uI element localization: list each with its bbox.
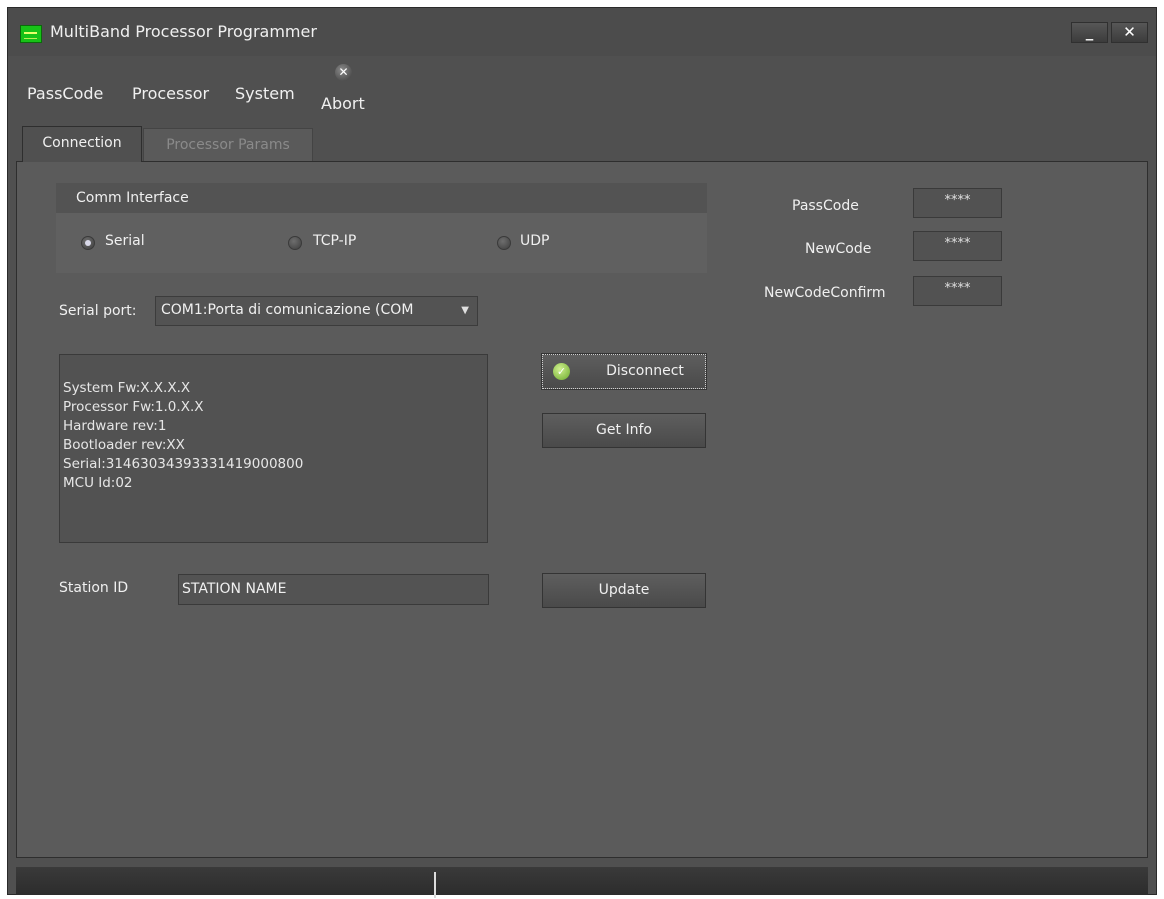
radio-tcp-ip[interactable]: [288, 236, 302, 250]
check-icon: ✓: [553, 363, 570, 380]
serial-port-value: COM1:Porta di comunicazione (COM: [161, 302, 414, 318]
window-title: MultiBand Processor Programmer: [50, 22, 317, 41]
info-line: System Fw:X.X.X.X: [63, 380, 191, 396]
radio-serial-label[interactable]: Serial: [105, 233, 145, 249]
comm-interface-header: Comm Interface: [56, 183, 707, 213]
main-window: MultiBand Processor Programmer _ ✕ PassC…: [7, 7, 1157, 898]
minimize-button[interactable]: _: [1071, 22, 1108, 43]
passcode-label: PassCode: [792, 198, 859, 214]
equalizer-icon: [20, 25, 42, 43]
device-info-box: System Fw:X.X.X.X Processor Fw:1.0.X.X H…: [59, 354, 488, 543]
close-button[interactable]: ✕: [1111, 22, 1148, 43]
serial-port-select[interactable]: COM1:Porta di comunicazione (COM ▼: [155, 296, 478, 326]
tab-processor-params[interactable]: Processor Params: [143, 128, 313, 162]
passcode-field[interactable]: ****: [913, 188, 1002, 218]
menu-processor[interactable]: Processor: [132, 84, 209, 103]
newcode-field[interactable]: ****: [913, 231, 1002, 261]
radio-udp-label[interactable]: UDP: [520, 233, 549, 249]
newcode-confirm-label: NewCodeConfirm: [764, 285, 886, 301]
status-bar: [16, 867, 1148, 898]
radio-udp[interactable]: [497, 236, 511, 250]
info-line: Bootloader rev:XX: [63, 437, 185, 453]
disconnect-label: Disconnect: [606, 363, 684, 379]
station-id-label: Station ID: [59, 580, 129, 596]
info-line: Hardware rev:1: [63, 418, 167, 434]
title-bar[interactable]: MultiBand Processor Programmer _ ✕: [8, 8, 1156, 56]
menu-passcode[interactable]: PassCode: [27, 84, 103, 103]
get-info-button[interactable]: Get Info: [542, 413, 706, 448]
menu-bar: PassCode Processor System ✕ Abort: [8, 56, 1156, 114]
info-line: Processor Fw:1.0.X.X: [63, 399, 204, 415]
radio-tcp-ip-label[interactable]: TCP-IP: [313, 233, 356, 249]
info-line: Serial:31463034393331419000800: [63, 456, 304, 472]
menu-system[interactable]: System: [235, 84, 295, 103]
info-line: MCU Id:02: [63, 475, 133, 491]
comm-interface-group: Comm Interface Serial TCP-IP UDP: [56, 183, 707, 273]
abort-x-icon[interactable]: ✕: [335, 64, 352, 81]
tab-connection[interactable]: Connection: [22, 126, 142, 162]
chevron-down-icon[interactable]: ▼: [461, 297, 469, 324]
status-divider: [434, 872, 436, 898]
disconnect-button[interactable]: ✓ Disconnect: [541, 353, 707, 390]
abort-button-label[interactable]: Abort: [321, 94, 365, 113]
station-id-field[interactable]: STATION NAME: [178, 574, 489, 605]
serial-port-label: Serial port:: [59, 303, 137, 319]
update-button[interactable]: Update: [542, 573, 706, 608]
comm-interface-title: Comm Interface: [76, 190, 189, 206]
radio-serial[interactable]: [81, 236, 95, 250]
newcode-confirm-field[interactable]: ****: [913, 276, 1002, 306]
newcode-label: NewCode: [805, 241, 872, 257]
